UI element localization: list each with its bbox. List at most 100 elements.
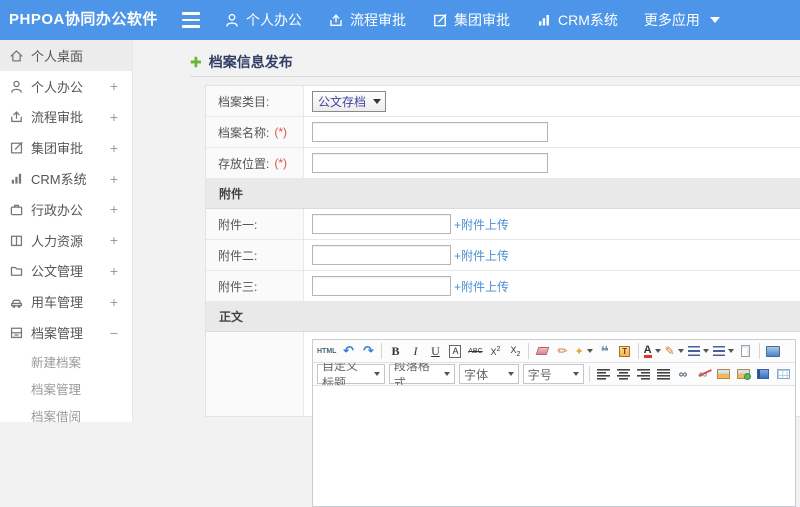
hamburger-menu-icon[interactable] [182, 12, 200, 28]
undo-icon[interactable]: ↶ [339, 341, 357, 361]
name-input[interactable] [312, 122, 548, 142]
sidebar-item-personal-office[interactable]: 个人办公 + [0, 71, 132, 102]
format-brush-icon[interactable]: ✏ [553, 341, 571, 361]
combo-label: 字号 [527, 367, 552, 382]
multi-image-icon[interactable] [734, 364, 752, 384]
expand-icon[interactable]: + [110, 110, 118, 124]
sidebar-subitem-archive-management-sub[interactable]: 档案管理 [0, 375, 132, 402]
align-right-icon[interactable] [634, 364, 652, 384]
media-icon[interactable] [754, 364, 772, 384]
ordered-list-dropdown-icon[interactable] [687, 341, 710, 361]
attachment-label: 附件二: [206, 240, 304, 270]
sidebar-item-workflow-approval[interactable]: 流程审批 + [0, 102, 132, 133]
edit-icon [432, 12, 448, 28]
folder-icon [9, 263, 24, 278]
expand-icon[interactable]: + [110, 172, 118, 186]
rich-text-editor: HTML ↶ ↷ B I U A ABC X2 X2 ✏ ✦ ❝ T A ✎ 自定义标题 段落格式 字体 字号 ∞ ∞ [312, 339, 796, 507]
font-box-icon[interactable]: A [446, 341, 464, 361]
category-label: 档案类目: [206, 86, 304, 116]
topbar-nav: 个人办公 流程审批 集团审批 CRM系统 更多应用 [224, 0, 746, 40]
form-row-category: 档案类目: 公文存档 [206, 86, 800, 117]
caret-down-icon [444, 372, 451, 376]
attachment-input-1[interactable] [312, 214, 451, 234]
unlink-icon[interactable]: ∞ [694, 364, 712, 384]
expand-icon[interactable]: − [110, 326, 118, 340]
sidebar-item-admin-office[interactable]: 行政办公 + [0, 194, 132, 225]
page-title: 档案信息发布 [208, 54, 293, 70]
sidebar-item-label: 集团审批 [31, 141, 84, 157]
custom-title-select[interactable]: 自定义标题 [317, 363, 385, 385]
form-row-body: HTML ↶ ↷ B I U A ABC X2 X2 ✏ ✦ ❝ T A ✎ 自定义标题 段落格式 字体 字号 ∞ ∞ [206, 332, 800, 507]
book-icon [9, 233, 24, 248]
sidebar-subitem-archive-borrow[interactable]: 档案借阅 [0, 402, 132, 429]
nav-label: 集团审批 [454, 12, 510, 28]
form-row-attachment-1: 附件一: +附件上传 [206, 209, 800, 240]
redo-icon[interactable]: ↷ [359, 341, 377, 361]
plus-icon: ✚ [190, 53, 202, 70]
attachment-upload-link-3[interactable]: +附件上传 [454, 278, 509, 295]
attachment-input-3[interactable] [312, 276, 451, 296]
sidebar: 个人桌面 个人办公 + 流程审批 + 集团审批 + CRM系统 + 行政办公 + 人力资源 + 公文管理 +… [0, 40, 133, 424]
expand-icon[interactable]: + [110, 141, 118, 155]
expand-icon[interactable]: + [110, 264, 118, 278]
attachment-input-2[interactable] [312, 245, 451, 265]
expand-icon[interactable]: + [110, 202, 118, 216]
sidebar-subitem-new-archive[interactable]: 新建档案 [0, 348, 132, 375]
car-icon [9, 294, 24, 309]
editor-body[interactable] [313, 386, 795, 506]
eraser-icon[interactable] [533, 341, 551, 361]
highlight-dropdown-icon[interactable]: ✎ [664, 341, 685, 361]
italic-icon[interactable]: I [406, 341, 424, 361]
nav-item-workflow-approval[interactable]: 流程审批 [328, 10, 406, 30]
nav-item-crm-system[interactable]: CRM系统 [536, 10, 618, 30]
font-color-dropdown-icon[interactable]: A [643, 341, 662, 361]
expand-icon[interactable]: + [110, 295, 118, 309]
strikethrough-icon[interactable]: ABC [466, 341, 484, 361]
blockquote-icon[interactable]: ❝ [596, 341, 614, 361]
expand-icon[interactable]: + [110, 79, 118, 93]
expand-icon[interactable]: + [110, 233, 118, 247]
attachment-upload-link-1[interactable]: +附件上传 [454, 216, 509, 233]
font-size-select[interactable]: 字号 [522, 364, 584, 384]
main-content: ✚ 档案信息发布 档案类目: 公文存档 档案名称: (*) 存放位置: (*) … [133, 40, 800, 507]
align-justify-icon[interactable] [654, 364, 672, 384]
unordered-list-dropdown-icon[interactable] [712, 341, 735, 361]
sidebar-item-crm-system[interactable]: CRM系统 + [0, 163, 132, 194]
location-input[interactable] [312, 153, 548, 173]
nav-item-more-apps[interactable]: 更多应用 [644, 10, 720, 30]
paste-text-icon[interactable]: T [616, 341, 634, 361]
align-center-icon[interactable] [614, 364, 632, 384]
superscript-icon[interactable]: X2 [486, 341, 504, 361]
editor-toolbar-row2: 自定义标题 段落格式 字体 字号 ∞ ∞ [313, 363, 795, 386]
location-label: 存放位置: (*) [206, 148, 304, 178]
underline-icon[interactable]: U [426, 341, 444, 361]
sidebar-item-personal-desktop[interactable]: 个人桌面 [0, 40, 132, 71]
autotypeset-dropdown-icon[interactable]: ✦ [573, 341, 593, 361]
nav-item-personal-office[interactable]: 个人办公 [224, 10, 302, 30]
attachment-label: 附件一: [206, 209, 304, 239]
subscript-icon[interactable]: X2 [506, 341, 524, 361]
table-icon[interactable] [774, 364, 792, 384]
sidebar-item-label: 档案管理 [31, 326, 84, 342]
category-select[interactable]: 公文存档 [312, 90, 387, 112]
sidebar-item-document-management[interactable]: 公文管理 + [0, 256, 132, 287]
archive-icon [9, 325, 24, 340]
required-mark: (*) [274, 156, 288, 170]
sidebar-item-human-resources[interactable]: 人力资源 + [0, 225, 132, 256]
sidebar-item-group-approval[interactable]: 集团审批 + [0, 132, 132, 163]
html-source-icon[interactable]: HTML [316, 341, 337, 361]
link-icon[interactable]: ∞ [674, 364, 692, 384]
image-icon[interactable] [714, 364, 732, 384]
bold-icon[interactable]: B [386, 341, 404, 361]
new-page-icon[interactable] [737, 341, 755, 361]
nav-item-group-approval[interactable]: 集团审批 [432, 10, 510, 30]
align-left-icon[interactable] [594, 364, 612, 384]
paragraph-format-select[interactable]: 段落格式 [388, 363, 456, 386]
combo-label: 段落格式 [393, 363, 430, 386]
sidebar-item-vehicle-management[interactable]: 用车管理 + [0, 286, 132, 317]
sidebar-item-archive-management[interactable]: 档案管理 − [0, 317, 132, 348]
toolbar-separator [589, 366, 590, 382]
attachment-upload-link-2[interactable]: +附件上传 [454, 247, 509, 264]
font-family-select[interactable]: 字体 [459, 364, 519, 384]
fullscreen-icon[interactable] [764, 341, 782, 361]
